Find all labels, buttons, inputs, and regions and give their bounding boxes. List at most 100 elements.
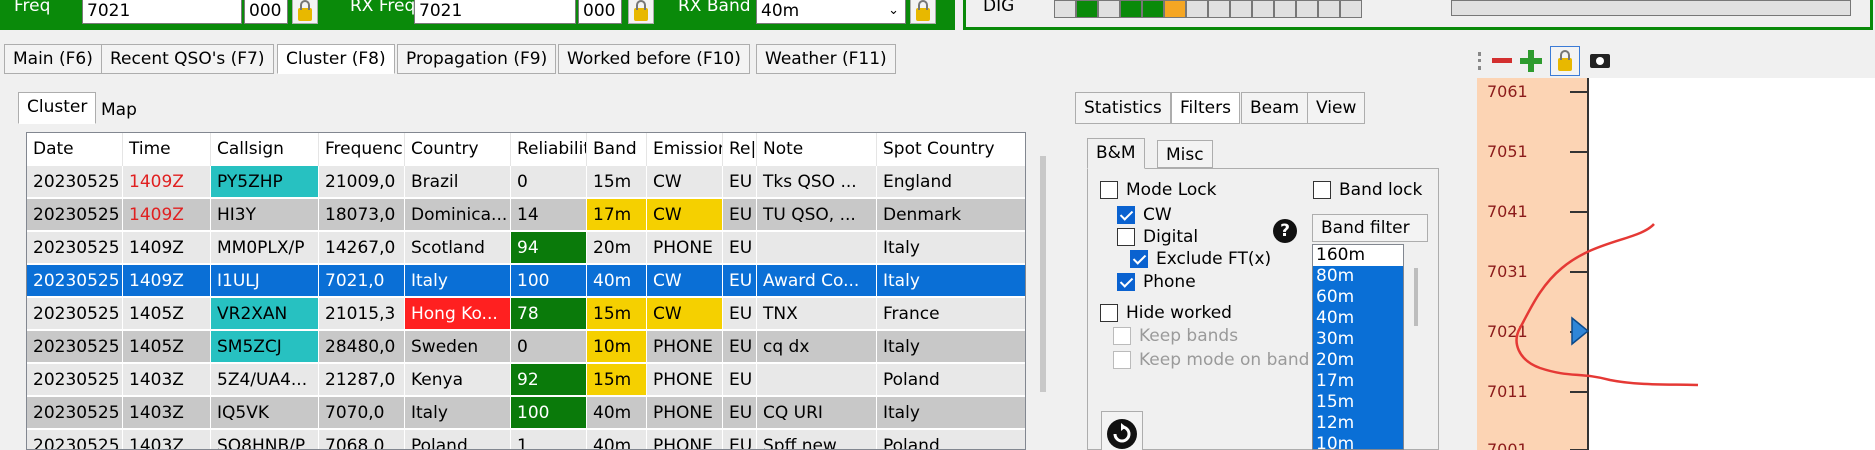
tab-recent-qsos[interactable]: Recent QSO's (F7)	[101, 44, 274, 74]
band-filter-button[interactable]: Band filter	[1312, 214, 1428, 242]
tab-view[interactable]: View	[1307, 92, 1366, 124]
band-item[interactable]: 17m	[1313, 371, 1403, 392]
tab-propagation[interactable]: Propagation (F9)	[397, 44, 557, 74]
cell-time: 1403Z	[123, 430, 211, 449]
table-row[interactable]: 20230525 1405Z SM5ZCJ 28480,0 Sweden 0 10m PHON…	[27, 331, 1025, 364]
table-row[interactable]: 20230525 1403Z 5Z4/UA4... 21287,0 Kenya 92 15m…	[27, 364, 1025, 397]
table-row[interactable]: 20230525 1403Z SQ8HNB/P 7068,0 Poland 1 40m PHO…	[27, 430, 1025, 449]
help-icon[interactable]: ?	[1273, 219, 1297, 243]
grid-scrollbar[interactable]	[1040, 156, 1046, 392]
dig-level-bar	[1451, 0, 1851, 16]
cell-time: 1409Z	[123, 166, 211, 198]
cell-emission: PHONE	[647, 430, 723, 449]
table-row[interactable]: 20230525 1405Z VR2XAN 21015,3 Hong Ko... 78 15…	[27, 298, 1025, 331]
cell-emission: CW	[647, 298, 723, 330]
rx-freq-sub-input[interactable]: 000	[578, 0, 622, 24]
column-header-band[interactable]: Band	[587, 133, 647, 166]
tab-worked-before[interactable]: Worked before (F10)	[558, 44, 750, 74]
dig-segment	[1142, 0, 1164, 18]
rx-freq-input[interactable]: 7021	[414, 0, 576, 24]
cell-date: 20230525	[27, 331, 123, 363]
keep-bands-label: Keep bands	[1139, 326, 1239, 346]
phone-checkbox[interactable]: Phone	[1117, 272, 1196, 292]
freq-label: Freq	[14, 0, 51, 16]
exclude-ft-label: Exclude FT(x)	[1156, 249, 1272, 269]
band-item[interactable]: 160m	[1313, 245, 1403, 266]
dig-segment	[1340, 0, 1362, 18]
column-header-callsign[interactable]: Callsign	[211, 133, 319, 166]
band-filter-list[interactable]: 160m 80m 60m 40m 30m 20m 17m 15m 12m 10m	[1312, 244, 1404, 450]
column-header-country[interactable]: Country	[405, 133, 511, 166]
scale-tick	[1570, 91, 1588, 93]
freq-lock-button[interactable]	[292, 0, 318, 24]
digital-checkbox[interactable]: Digital	[1117, 227, 1198, 247]
refresh-button[interactable]	[1101, 411, 1143, 450]
column-header-emission[interactable]: Emission	[647, 133, 723, 166]
cell-note	[757, 232, 877, 264]
cell-country: Kenya	[405, 364, 511, 396]
tab-main[interactable]: Main (F6)	[4, 44, 102, 74]
rx-freq-label: RX Freq	[350, 0, 416, 16]
column-header-frequency[interactable]: Frequenc	[319, 133, 405, 166]
column-header-spot-country[interactable]: Spot Country	[877, 133, 1025, 166]
column-header-reliability[interactable]: Reliabilit	[511, 133, 587, 166]
freq-input[interactable]: 7021	[82, 0, 242, 24]
column-header-note[interactable]: Note	[757, 133, 877, 166]
table-row[interactable]: 20230525 1409Z HI3Y 18073,0 Dominica... 14 17m…	[27, 199, 1025, 232]
zoom-in-icon[interactable]	[1520, 50, 1542, 72]
cell-spot-country: Italy	[877, 265, 1025, 297]
column-header-date[interactable]: Date	[27, 133, 123, 166]
lock-icon	[1558, 49, 1572, 71]
rx-band-select[interactable]: 40m ⌄	[756, 0, 906, 24]
tab-beam[interactable]: Beam	[1241, 92, 1309, 124]
zoom-out-icon[interactable]	[1492, 58, 1512, 63]
band-item[interactable]: 12m	[1313, 413, 1403, 434]
band-item[interactable]: 10m	[1313, 434, 1403, 449]
band-list-scrollbar[interactable]	[1414, 268, 1418, 326]
tab-filters[interactable]: Filters	[1171, 92, 1240, 124]
cell-time: 1403Z	[123, 364, 211, 396]
cell-band: 15m	[587, 298, 647, 330]
rx-band-value: 40m	[761, 1, 800, 21]
band-item[interactable]: 60m	[1313, 287, 1403, 308]
table-row[interactable]: 20230525 1409Z PY5ZHP 21009,0 Brazil 0 15m CW EU…	[27, 166, 1025, 199]
freq-sub-input[interactable]: 000	[244, 0, 288, 24]
scale-tick	[1570, 151, 1588, 153]
band-item[interactable]: 80m	[1313, 266, 1403, 287]
subtab-map[interactable]: Map	[92, 95, 146, 124]
band-item[interactable]: 15m	[1313, 392, 1403, 413]
column-header-time[interactable]: Time	[123, 133, 211, 166]
scale-lock-button[interactable]	[1550, 46, 1580, 76]
tab-misc[interactable]: Misc	[1157, 140, 1213, 168]
tab-weather[interactable]: Weather (F11)	[756, 44, 896, 74]
cell-date: 20230525	[27, 364, 123, 396]
band-item[interactable]: 20m	[1313, 350, 1403, 371]
table-row[interactable]: 20230525 1409Z MM0PLX/P 14267,0 Scotland 94 20…	[27, 232, 1025, 265]
cell-region: EU	[723, 199, 757, 231]
mode-lock-checkbox[interactable]: Mode Lock	[1100, 180, 1217, 200]
cell-time: 1409Z	[123, 232, 211, 264]
band-lock-checkbox[interactable]: Band lock	[1313, 180, 1422, 200]
checkbox-box	[1313, 181, 1331, 199]
cell-spot-country: Poland	[877, 430, 1025, 449]
tab-bm[interactable]: B&M	[1087, 138, 1145, 169]
table-row[interactable]: 20230525 1409Z I1ULJ 7021,0 Italy 100 40m CW EU A…	[27, 265, 1025, 298]
tab-cluster[interactable]: Cluster (F8)	[277, 44, 395, 74]
table-row[interactable]: 20230525 1403Z IQ5VK 7070,0 Italy 100 40m PHONE…	[27, 397, 1025, 430]
camera-icon[interactable]	[1590, 54, 1610, 68]
cluster-grid[interactable]: Date Time Callsign Frequenc Country Reliabili…	[26, 132, 1026, 450]
rx-band-lock-button[interactable]	[910, 0, 936, 24]
cw-checkbox[interactable]: CW	[1117, 205, 1172, 225]
lock-icon	[916, 0, 930, 21]
dig-label: DIG	[983, 0, 1015, 16]
dig-segment	[1186, 0, 1208, 18]
hide-worked-label: Hide worked	[1126, 303, 1232, 323]
tab-statistics[interactable]: Statistics	[1075, 92, 1171, 124]
subtab-cluster[interactable]: Cluster	[18, 92, 97, 124]
column-header-region[interactable]: Re|	[723, 133, 757, 166]
exclude-ft-checkbox[interactable]: Exclude FT(x)	[1130, 249, 1271, 269]
hide-worked-checkbox[interactable]: Hide worked	[1100, 303, 1232, 323]
rx-freq-lock-button[interactable]	[628, 0, 654, 24]
band-item[interactable]: 40m	[1313, 308, 1403, 329]
band-item[interactable]: 30m	[1313, 329, 1403, 350]
